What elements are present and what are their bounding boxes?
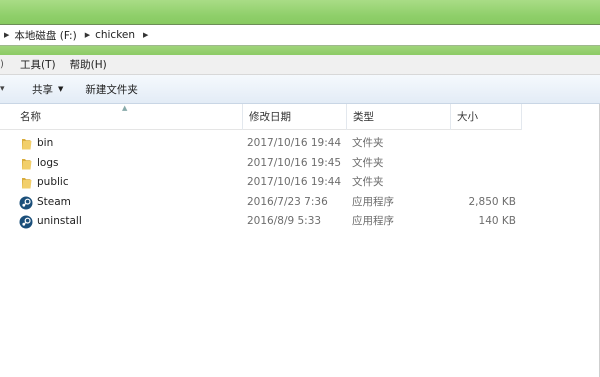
table-row[interactable]: logs 2017/10/16 19:45 文件夹 [0, 154, 522, 174]
column-header-row: ▲ 名称 修改日期 类型 大小 [0, 104, 522, 130]
file-name: uninstall [37, 215, 82, 227]
file-name: Steam [37, 195, 71, 208]
menu-clipped-item[interactable]: ) [0, 59, 8, 70]
file-date: 2017/10/16 19:44 [247, 137, 342, 149]
file-list: bin 2017/10/16 19:44 文件夹 logs 2017/10/16… [0, 134, 522, 232]
file-size: 2,850 KB [468, 195, 517, 208]
steam-icon [19, 196, 33, 209]
address-bar[interactable]: ▶ 本地磁盘 (F:) ▶ chicken ▶ [0, 24, 600, 46]
menu-tools[interactable]: 工具(T) [18, 55, 58, 74]
share-button[interactable]: 共享 ▼ [28, 79, 67, 100]
menu-help[interactable]: 帮助(H) [68, 55, 109, 74]
breadcrumb-dropdown-icon[interactable]: ▶ [143, 31, 148, 39]
file-date: 2017/10/16 19:45 [247, 156, 342, 169]
folder-icon [22, 158, 32, 169]
breadcrumb-drive[interactable]: 本地磁盘 (F:) [14, 28, 76, 43]
file-date: 2016/7/23 7:36 [247, 195, 328, 208]
file-type: 应用程序 [352, 195, 394, 208]
table-row[interactable]: bin 2017/10/16 19:44 文件夹 [0, 134, 522, 154]
file-size [446, 173, 516, 193]
menu-bar: ) 工具(T) 帮助(H) [0, 55, 600, 75]
file-type: 文件夹 [352, 176, 384, 188]
column-type[interactable]: 类型 [347, 104, 451, 130]
column-date[interactable]: 修改日期 [243, 104, 347, 130]
file-name: logs [37, 156, 59, 169]
table-row[interactable]: uninstall 2016/8/9 5:33 应用程序 140 KB [0, 212, 522, 232]
file-size [446, 134, 516, 154]
breadcrumb-separator-icon[interactable]: ▶ [4, 31, 9, 39]
window-frame [0, 0, 600, 26]
file-size [446, 154, 516, 174]
file-name: public [37, 176, 69, 188]
column-name[interactable]: 名称 [14, 104, 243, 130]
folder-icon [22, 139, 32, 150]
folder-icon [22, 178, 32, 189]
file-type: 应用程序 [352, 215, 394, 227]
table-row[interactable]: public 2017/10/16 19:44 文件夹 [0, 173, 522, 193]
share-label: 共享 [32, 83, 53, 96]
chevron-down-icon: ▼ [58, 85, 64, 93]
column-size[interactable]: 大小 [451, 104, 522, 130]
toolbar-clipped-caret-icon[interactable]: ▾ [0, 84, 8, 94]
steam-icon [19, 215, 33, 229]
frame-gap [0, 46, 600, 55]
new-folder-label: 新建文件夹 [85, 83, 138, 96]
toolbar: ▾ 共享 ▼ 新建文件夹 [0, 75, 600, 104]
file-type: 文件夹 [352, 156, 384, 169]
table-row[interactable]: Steam 2016/7/23 7:36 应用程序 2,850 KB [0, 193, 522, 213]
file-name: bin [37, 137, 54, 149]
file-date: 2016/8/9 5:33 [247, 215, 322, 227]
breadcrumb-separator-icon[interactable]: ▶ [85, 31, 90, 39]
file-type: 文件夹 [352, 137, 384, 149]
new-folder-button[interactable]: 新建文件夹 [81, 79, 142, 100]
file-date: 2017/10/16 19:44 [247, 176, 342, 188]
breadcrumb-folder[interactable]: chicken [95, 29, 135, 41]
file-size: 140 KB [478, 215, 516, 227]
